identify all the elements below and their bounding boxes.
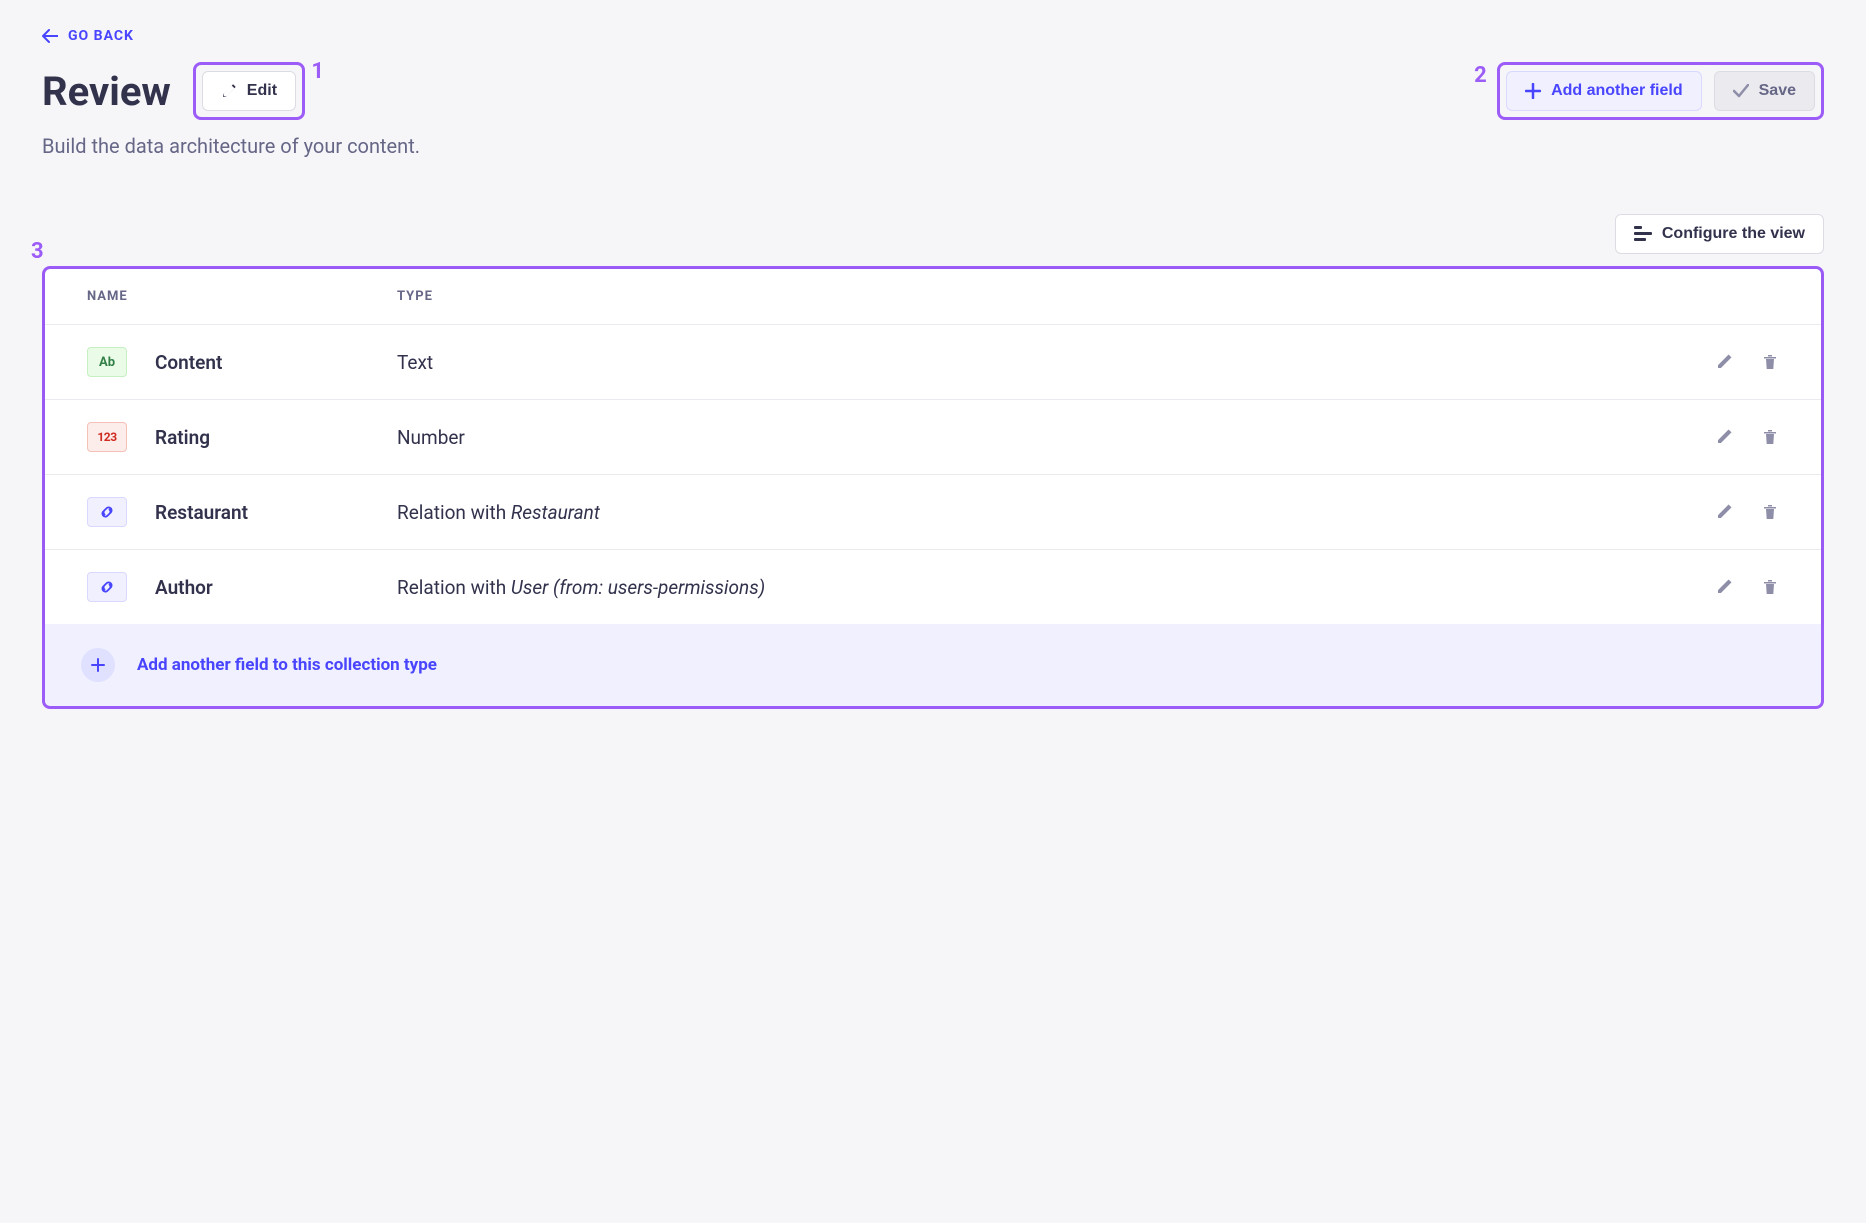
callout-number-1: 1 [311, 59, 324, 84]
save-button[interactable]: Save [1714, 71, 1815, 111]
table-row: 123 Rating Number [45, 400, 1821, 475]
table-row: Restaurant Relation with Restaurant [45, 475, 1821, 550]
callout-number-3: 3 [31, 239, 44, 264]
page-header: Review 1 Edit 2 Add another field Save [42, 62, 1824, 120]
table-row: Author Relation with User (from: users-p… [45, 550, 1821, 624]
field-type-cell: Text [397, 351, 1659, 374]
field-name: Restaurant [155, 501, 248, 524]
field-name: Content [155, 351, 222, 374]
fields-panel: NAME TYPE Ab Content Text 123 Rating Num… [45, 269, 1821, 624]
callout-actions: 2 Add another field Save [1497, 62, 1824, 120]
arrow-left-icon [42, 29, 58, 43]
delete-field-button[interactable] [1761, 353, 1779, 371]
go-back-link[interactable]: GO BACK [42, 28, 134, 44]
column-header-actions [1659, 289, 1779, 304]
add-field-button[interactable]: Add another field [1506, 71, 1702, 111]
field-name-cell: 123 Rating [87, 422, 397, 452]
page-subtitle: Build the data architecture of your cont… [42, 134, 1824, 158]
column-header-name: NAME [87, 289, 397, 304]
callout-fields-panel: 3 NAME TYPE Ab Content Text 123 Rating N… [42, 266, 1824, 709]
edit-field-button[interactable] [1715, 353, 1733, 371]
field-type-icon [87, 497, 127, 527]
table-header: NAME TYPE [45, 269, 1821, 325]
field-name-cell: Restaurant [87, 497, 397, 527]
field-type-icon [87, 572, 127, 602]
add-field-footer-label: Add another field to this collection typ… [137, 655, 437, 675]
field-name: Author [155, 576, 213, 599]
field-name-cell: Author [87, 572, 397, 602]
add-field-label: Add another field [1551, 82, 1683, 100]
field-name: Rating [155, 426, 210, 449]
plus-icon [1525, 83, 1541, 99]
save-button-label: Save [1759, 82, 1796, 100]
field-type-cell: Relation with Restaurant [397, 501, 1659, 524]
edit-button-label: Edit [247, 82, 277, 100]
configure-view-button[interactable]: Configure the view [1615, 214, 1824, 254]
field-type-cell: Relation with User (from: users-permissi… [397, 576, 1659, 599]
delete-field-button[interactable] [1761, 503, 1779, 521]
row-actions [1659, 503, 1779, 521]
row-actions [1659, 578, 1779, 596]
pencil-icon [221, 83, 237, 99]
field-type-icon: Ab [87, 347, 127, 377]
row-actions [1659, 353, 1779, 371]
table-body: Ab Content Text 123 Rating Number Restau… [45, 325, 1821, 624]
go-back-label: GO BACK [68, 28, 134, 44]
check-icon [1733, 84, 1749, 98]
row-actions [1659, 428, 1779, 446]
edit-field-button[interactable] [1715, 503, 1733, 521]
field-type-icon: 123 [87, 422, 127, 452]
plus-circle-icon [81, 648, 115, 682]
page-title: Review [42, 68, 171, 115]
add-field-footer[interactable]: Add another field to this collection typ… [45, 624, 1821, 706]
configure-view-label: Configure the view [1662, 225, 1805, 243]
fields-table: NAME TYPE Ab Content Text 123 Rating Num… [45, 269, 1821, 624]
field-name-cell: Ab Content [87, 347, 397, 377]
edit-field-button[interactable] [1715, 428, 1733, 446]
header-left: Review 1 Edit [42, 62, 305, 120]
layout-icon [1634, 226, 1652, 242]
delete-field-button[interactable] [1761, 578, 1779, 596]
column-header-type: TYPE [397, 289, 1659, 304]
callout-edit: 1 Edit [193, 62, 305, 120]
table-row: Ab Content Text [45, 325, 1821, 400]
configure-row: Configure the view [42, 214, 1824, 254]
delete-field-button[interactable] [1761, 428, 1779, 446]
callout-number-2: 2 [1474, 63, 1487, 88]
edit-field-button[interactable] [1715, 578, 1733, 596]
field-type-cell: Number [397, 426, 1659, 449]
edit-button[interactable]: Edit [202, 71, 296, 111]
